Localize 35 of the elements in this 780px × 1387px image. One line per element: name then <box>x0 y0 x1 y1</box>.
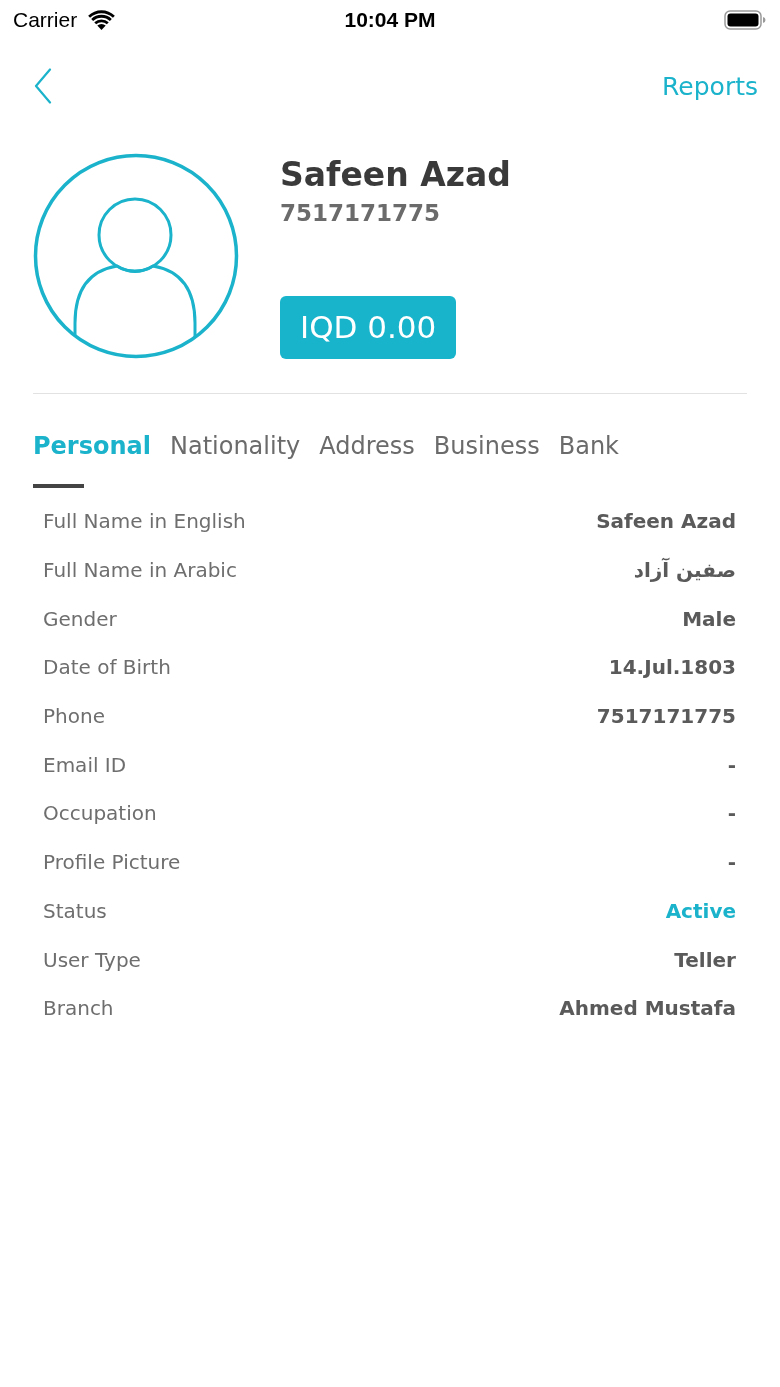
field-value: Male <box>682 606 736 631</box>
profile-name: Safeen Azad <box>280 155 511 195</box>
field-label: Full Name in English <box>43 509 246 534</box>
tab[interactable]: Bank <box>558 430 619 488</box>
field-label: Date of Birth <box>43 655 171 680</box>
battery-icon <box>724 10 766 30</box>
field-value: - <box>727 801 736 826</box>
clock-time: 10:04 PM <box>344 8 436 32</box>
field-value: Active <box>665 898 736 923</box>
field-label: User Type <box>43 947 141 972</box>
field-label: Branch <box>43 996 114 1021</box>
field-label: Email ID <box>43 752 127 777</box>
field-value: 7517171775 <box>596 704 736 729</box>
chevron-left-icon <box>34 68 52 104</box>
field-value: - <box>727 752 736 777</box>
balance-amount: IQD 0.00 <box>280 296 457 359</box>
field-value: - <box>727 850 736 875</box>
field-label: Occupation <box>43 801 157 826</box>
wifi-icon <box>87 10 117 30</box>
field-value: Safeen Azad <box>596 509 736 534</box>
tab[interactable]: Address <box>319 430 415 488</box>
avatar-icon <box>33 153 239 359</box>
profile-phone: 7517171775 <box>280 199 441 228</box>
field-value: صفين آزاد <box>633 558 736 583</box>
field-label: Full Name in Arabic <box>43 558 237 583</box>
carrier-label: Carrier <box>13 8 78 32</box>
tab[interactable]: Nationality <box>170 430 301 488</box>
tab[interactable]: Business <box>433 430 540 488</box>
field-label: Gender <box>43 606 117 631</box>
field-label: Status <box>43 898 107 923</box>
field-value: Teller <box>674 947 736 972</box>
field-label: Profile Picture <box>43 850 181 875</box>
field-label: Phone <box>43 704 105 729</box>
field-value: 14.Jul.1803 <box>608 655 736 680</box>
field-value: Ahmed Mustafa <box>559 996 736 1021</box>
